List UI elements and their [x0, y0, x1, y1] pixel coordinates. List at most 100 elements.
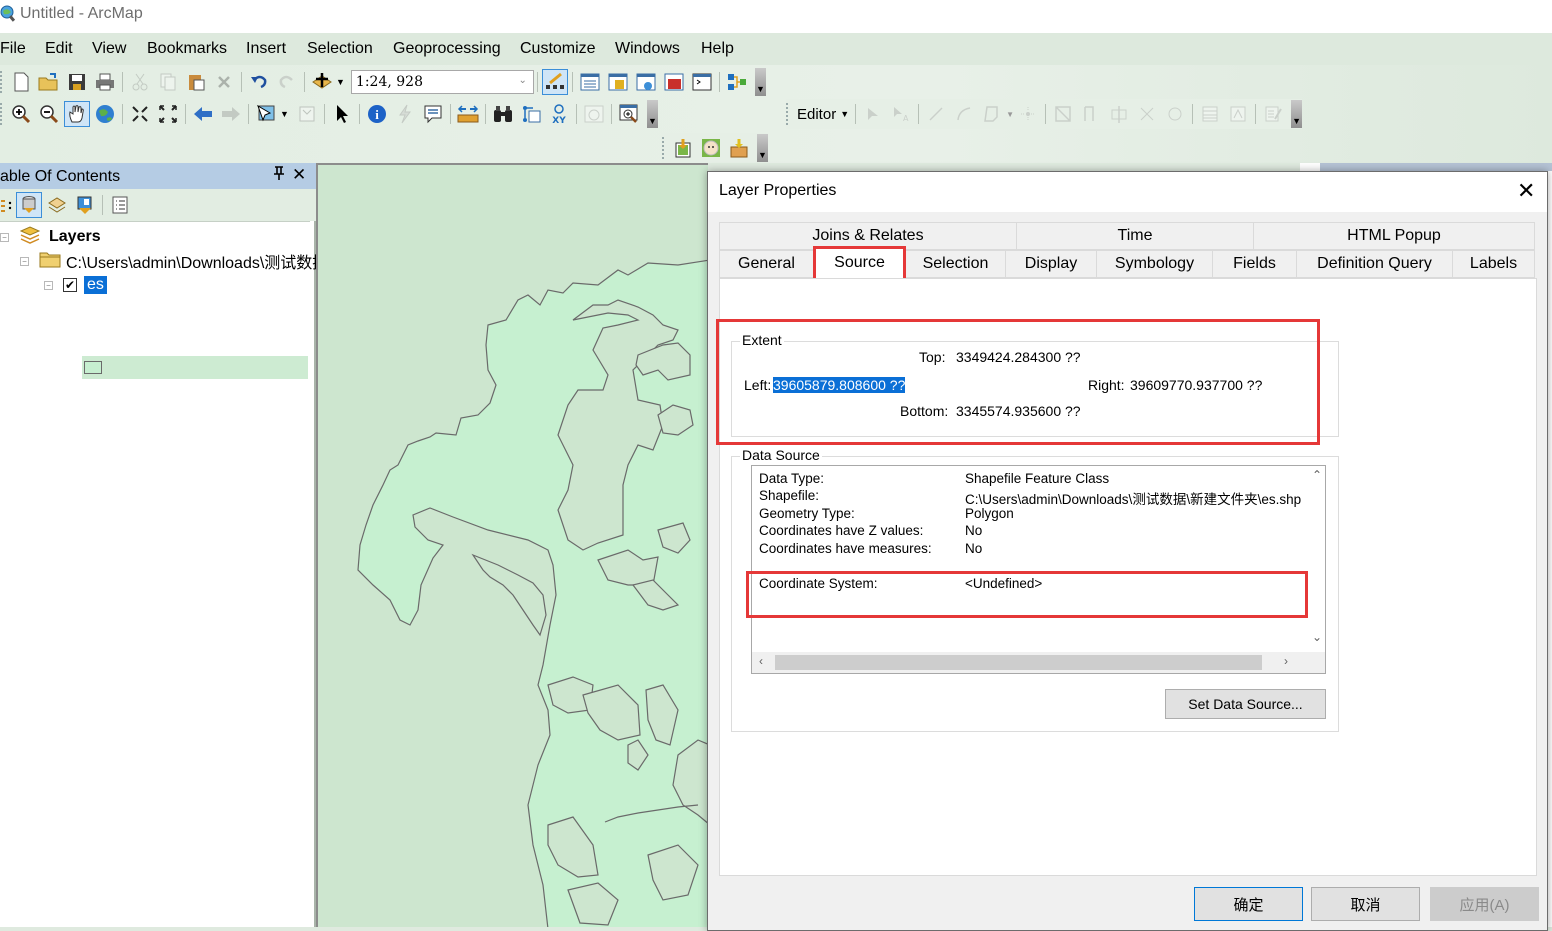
cancel-button[interactable]: 取消	[1311, 887, 1420, 921]
search-window-icon[interactable]	[633, 69, 659, 95]
cut-polygons-icon[interactable]	[1106, 101, 1132, 127]
toolbar-grip[interactable]	[0, 103, 4, 125]
forward-icon[interactable]	[218, 101, 244, 127]
tab-labels[interactable]: Labels	[1452, 250, 1535, 278]
menu-windows[interactable]: Windows	[615, 40, 680, 58]
add-data-dropdown-icon[interactable]: ▼	[336, 77, 345, 87]
copy-icon[interactable]	[155, 69, 181, 95]
chevron-down-icon[interactable]: ⌄	[519, 75, 527, 86]
modelbuilder-icon[interactable]	[724, 69, 750, 95]
add-data-icon[interactable]	[309, 69, 335, 95]
fixed-zoom-in-icon[interactable]	[127, 101, 153, 127]
close-icon[interactable]: ✕	[292, 165, 306, 185]
identify-icon[interactable]: i	[364, 101, 390, 127]
export-package-icon[interactable]	[726, 135, 752, 161]
toc-options-icon[interactable]	[107, 192, 133, 218]
redo-icon[interactable]	[274, 69, 300, 95]
list-by-selection-icon[interactable]	[72, 192, 98, 218]
collapse-icon[interactable]: −	[44, 280, 53, 290]
hyperlink-icon[interactable]	[392, 101, 418, 127]
clear-selection-icon[interactable]	[294, 101, 320, 127]
tab-html-popup[interactable]: HTML Popup	[1253, 222, 1535, 250]
user-avatar-icon[interactable]	[698, 135, 724, 161]
vertical-scrollbar[interactable]: ⌃ ⌄	[1308, 466, 1325, 652]
create-features-icon[interactable]	[1260, 101, 1286, 127]
new-document-icon[interactable]	[8, 69, 34, 95]
go-to-xy-icon[interactable]: XY	[546, 101, 572, 127]
zoom-in-icon[interactable]	[8, 101, 34, 127]
menu-selection[interactable]: Selection	[307, 40, 373, 58]
paste-icon[interactable]	[183, 69, 209, 95]
measure-icon[interactable]	[455, 101, 481, 127]
sketch-properties-icon[interactable]	[1225, 101, 1251, 127]
open-icon[interactable]	[36, 69, 62, 95]
tab-definition-query[interactable]: Definition Query	[1296, 250, 1453, 278]
tab-display[interactable]: Display	[1005, 250, 1097, 278]
tree-row-layer-es[interactable]: − ✔ es	[44, 274, 107, 296]
import-icon[interactable]	[670, 135, 696, 161]
python-window-icon[interactable]	[689, 69, 715, 95]
editor-menu[interactable]: Editor	[793, 106, 840, 123]
menu-insert[interactable]: Insert	[246, 40, 286, 58]
apply-button[interactable]: 应用(A)	[1430, 887, 1539, 921]
trace-icon[interactable]	[979, 101, 1005, 127]
arctoolbox-icon[interactable]	[661, 69, 687, 95]
html-popup-icon[interactable]	[420, 101, 446, 127]
edit-tool-icon[interactable]	[860, 101, 886, 127]
menu-bookmarks[interactable]: Bookmarks	[147, 40, 227, 58]
catalog-window-icon[interactable]	[605, 69, 631, 95]
tab-time[interactable]: Time	[1016, 222, 1254, 250]
reshape-feature-icon[interactable]	[1078, 101, 1104, 127]
layer-name-label[interactable]: es	[84, 276, 107, 294]
delete-icon[interactable]	[211, 69, 237, 95]
cut-icon[interactable]	[127, 69, 153, 95]
end-point-arc-icon[interactable]	[951, 101, 977, 127]
scroll-up-icon[interactable]: ⌃	[1312, 468, 1322, 482]
menu-view[interactable]: View	[92, 40, 126, 58]
rotate-icon[interactable]	[1162, 101, 1188, 127]
pin-icon[interactable]	[273, 166, 285, 184]
menu-customize[interactable]: Customize	[520, 40, 596, 58]
find-route-icon[interactable]	[518, 101, 544, 127]
ok-button[interactable]: 确定	[1194, 887, 1303, 921]
point-icon[interactable]	[1015, 101, 1041, 127]
menu-file[interactable]: File	[0, 40, 26, 58]
list-by-drawing-order-icon[interactable]	[0, 192, 14, 218]
table-of-contents-icon[interactable]	[577, 69, 603, 95]
full-extent-icon[interactable]	[92, 101, 118, 127]
toolbar-grip[interactable]	[662, 137, 666, 159]
toolbar-options-icon[interactable]: ▼	[1291, 100, 1303, 128]
scroll-right-icon[interactable]: ›	[1284, 654, 1288, 668]
toolbar-grip[interactable]	[786, 103, 790, 125]
trace-dropdown-icon[interactable]: ▼	[1006, 110, 1014, 119]
tree-row-folder[interactable]: − C:\Users\admin\Downloads\测试数据	[20, 250, 328, 272]
scroll-left-icon[interactable]: ‹	[759, 654, 763, 668]
layer-visibility-checkbox[interactable]: ✔	[63, 278, 77, 292]
split-tool-icon[interactable]	[1134, 101, 1160, 127]
toolbar-options-icon[interactable]: ▼	[757, 134, 768, 162]
tab-symbology[interactable]: Symbology	[1096, 250, 1213, 278]
tab-fields[interactable]: Fields	[1212, 250, 1297, 278]
undo-icon[interactable]	[246, 69, 272, 95]
save-icon[interactable]	[64, 69, 90, 95]
fixed-zoom-out-icon[interactable]	[155, 101, 181, 127]
layer-legend-row[interactable]	[82, 356, 308, 379]
straight-segment-icon[interactable]	[923, 101, 949, 127]
find-icon[interactable]	[490, 101, 516, 127]
print-icon[interactable]	[92, 69, 118, 95]
select-features-icon[interactable]	[253, 101, 279, 127]
tab-selection[interactable]: Selection	[905, 250, 1006, 278]
editor-toolbar-icon[interactable]	[541, 69, 568, 95]
menu-help[interactable]: Help	[701, 40, 734, 58]
attributes-icon[interactable]	[1197, 101, 1223, 127]
collapse-icon[interactable]: −	[20, 256, 29, 266]
select-elements-icon[interactable]	[329, 101, 355, 127]
menu-edit[interactable]: Edit	[45, 40, 73, 58]
scroll-down-icon[interactable]: ⌄	[1312, 630, 1322, 644]
list-by-visibility-icon[interactable]	[44, 192, 70, 218]
polygon-symbol-swatch[interactable]	[84, 361, 102, 374]
data-source-info-box[interactable]: Data Type: Shapefile Feature Class Shape…	[751, 465, 1326, 674]
close-icon[interactable]: ✕	[1517, 178, 1535, 204]
magnifier-icon[interactable]	[616, 101, 642, 127]
zoom-out-icon[interactable]	[36, 101, 62, 127]
